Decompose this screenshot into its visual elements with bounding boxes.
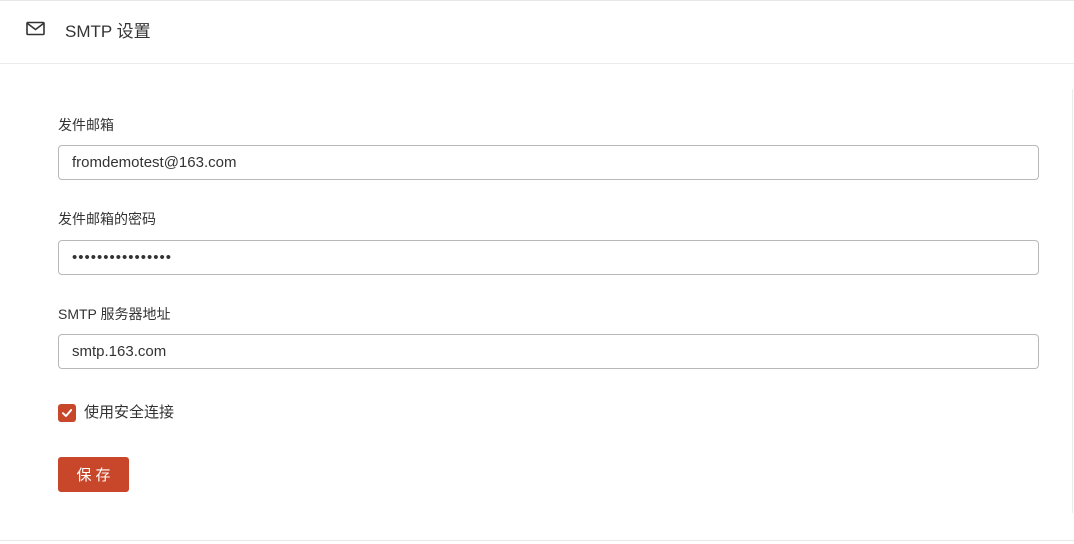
smtp-settings-card: SMTP 设置 发件邮箱 发件邮箱的密码 SMTP 服务器地址 使用安全连接 保… <box>0 0 1074 541</box>
from-email-label: 发件邮箱 <box>58 117 114 133</box>
secure-connection-label[interactable]: 使用安全连接 <box>84 404 174 422</box>
page-title: SMTP 设置 <box>65 22 151 41</box>
save-button[interactable]: 保存 <box>58 457 129 492</box>
password-field[interactable] <box>58 240 1039 275</box>
mail-icon <box>26 21 46 37</box>
check-icon <box>62 409 73 417</box>
card-header: SMTP 设置 <box>0 1 1074 64</box>
divider <box>1072 89 1073 513</box>
password-label: 发件邮箱的密码 <box>58 211 156 227</box>
smtp-server-field[interactable] <box>58 334 1039 369</box>
smtp-server-label: SMTP 服务器地址 <box>58 306 171 322</box>
from-email-field[interactable] <box>58 145 1039 180</box>
secure-connection-checkbox[interactable] <box>58 404 76 422</box>
